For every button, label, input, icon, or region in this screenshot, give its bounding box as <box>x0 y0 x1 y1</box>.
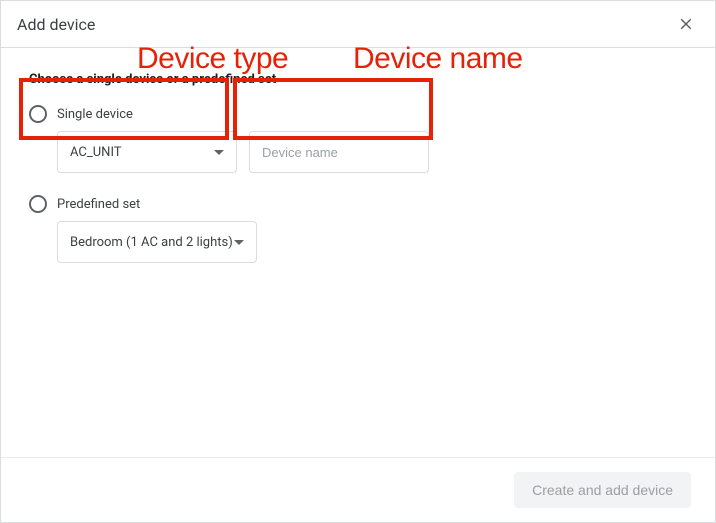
option-predefined-set: Predefined set Bedroom (1 AC and 2 light… <box>29 195 687 263</box>
dialog-footer: Create and add device <box>1 457 715 522</box>
single-device-radio-row: Single device <box>29 105 687 123</box>
predefined-radio[interactable] <box>29 195 47 213</box>
section-prompt: Choose a single device or a predefined s… <box>29 72 687 87</box>
chevron-down-icon <box>234 235 244 250</box>
single-device-radio[interactable] <box>29 105 47 123</box>
device-type-value: AC_UNIT <box>70 145 122 160</box>
predefined-value: Bedroom (1 AC and 2 lights) <box>70 235 233 250</box>
chevron-down-icon <box>214 145 224 160</box>
device-type-select[interactable]: AC_UNIT <box>57 131 237 173</box>
single-device-label: Single device <box>57 107 133 122</box>
single-device-controls: AC_UNIT <box>57 131 687 173</box>
predefined-set-select[interactable]: Bedroom (1 AC and 2 lights) <box>57 221 257 263</box>
annotation-label-device-name: Device name <box>353 42 523 76</box>
option-single-device: Single device AC_UNIT <box>29 105 687 173</box>
predefined-radio-row: Predefined set <box>29 195 687 213</box>
dialog-header: Add device <box>1 1 715 48</box>
predefined-controls: Bedroom (1 AC and 2 lights) <box>57 221 687 263</box>
add-device-dialog: Add device Choose a single device or a p… <box>0 0 716 523</box>
dialog-body: Choose a single device or a predefined s… <box>1 48 715 457</box>
close-icon <box>677 15 695 33</box>
close-button[interactable] <box>673 11 699 37</box>
create-and-add-button[interactable]: Create and add device <box>514 472 691 508</box>
predefined-label: Predefined set <box>57 197 140 212</box>
device-name-input[interactable] <box>249 131 429 173</box>
annotation-label-device-type: Device type <box>137 42 288 76</box>
dialog-title: Add device <box>17 15 95 34</box>
